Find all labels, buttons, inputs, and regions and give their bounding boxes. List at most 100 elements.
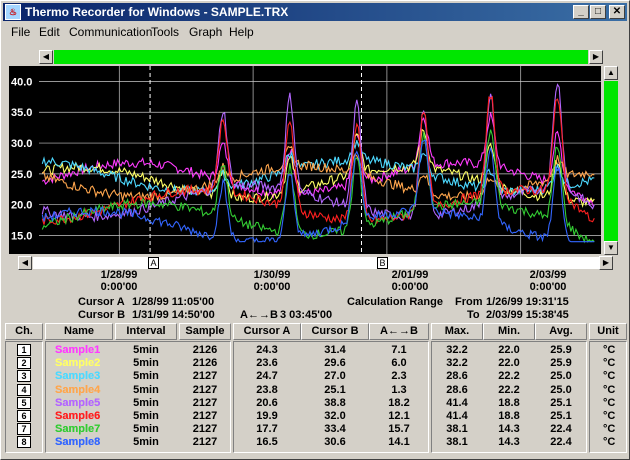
column-header-name[interactable]: Name <box>45 323 113 340</box>
cell-ca: 24.7 <box>256 370 278 383</box>
cell-avg: 25.9 <box>550 357 572 370</box>
channel-checkbox[interactable]: 5 <box>17 396 31 409</box>
menu-file[interactable]: File <box>11 25 30 39</box>
cell-ab: 7.1 <box>391 344 407 356</box>
close-button[interactable]: ✕ <box>609 5 625 19</box>
cell-name: Sample2 <box>55 357 101 370</box>
scroll-left-bottom-button[interactable]: ◀ <box>18 256 32 270</box>
series-line-sample3 <box>41 140 595 198</box>
cell-name: Sample1 <box>55 344 101 356</box>
cursor-a-marker[interactable]: A <box>148 257 159 269</box>
column-header-avg[interactable]: Avg. <box>535 323 587 340</box>
column-header-interval[interactable]: Interval <box>115 323 177 340</box>
cell-unit: °C <box>603 436 616 449</box>
cell-min: 18.8 <box>498 410 520 422</box>
column-header-ca[interactable]: Cursor A <box>233 323 301 340</box>
cell-ca: 23.6 <box>256 357 278 370</box>
cell-cb: 27.0 <box>324 370 346 383</box>
scroll-down-button[interactable]: ▼ <box>604 241 618 255</box>
cell-ca: 24.3 <box>256 344 278 356</box>
menu-help[interactable]: Help <box>229 25 254 39</box>
x-tick-3: 2/01/99 0:00'00 <box>391 269 429 293</box>
maximize-button[interactable]: □ <box>590 5 606 19</box>
window-title: Thermo Recorder for Windows - SAMPLE.TRX <box>25 5 289 19</box>
column-header-ch[interactable]: Ch. <box>5 323 43 340</box>
cursor-b-label: Cursor B <box>78 309 126 321</box>
cell-name: Sample8 <box>55 436 101 449</box>
y-tick-label: 15.0 <box>11 231 32 243</box>
scroll-right-top-button[interactable]: ▶ <box>589 50 603 64</box>
cell-min: 22.2 <box>498 383 520 396</box>
column-header-ab[interactable]: A←→B <box>369 323 429 340</box>
column-header-sample[interactable]: Sample <box>179 323 231 340</box>
menu-bar: File Edit Communication Tools Graph Help <box>3 22 627 41</box>
channel-checkbox[interactable]: 4 <box>17 383 31 396</box>
cell-name: Sample7 <box>55 423 101 436</box>
top-scroll-track[interactable] <box>54 50 588 64</box>
cursor-b-marker[interactable]: B <box>377 257 388 269</box>
column-header-min[interactable]: Min. <box>483 323 535 340</box>
channel-table: Ch. Name Interval Sample Cursor A Cursor B A←→… <box>5 323 627 457</box>
cursor-b-value: 1/31/99 14:50'00 <box>132 309 215 321</box>
column-header-max[interactable]: Max. <box>431 323 483 340</box>
minimize-button[interactable]: _ <box>573 5 589 19</box>
column-header-cb[interactable]: Cursor B <box>301 323 369 340</box>
menu-graph[interactable]: Graph <box>189 25 222 39</box>
cell-ab: 2.3 <box>391 370 407 383</box>
series-line-sample7 <box>41 129 595 244</box>
menu-tools[interactable]: Tools <box>151 25 179 39</box>
title-bar[interactable]: ♨ Thermo Recorder for Windows - SAMPLE.T… <box>3 3 627 21</box>
cursor-a-value: 1/28/99 11:05'00 <box>132 296 215 308</box>
channel-checkbox[interactable]: 8 <box>17 436 31 449</box>
cell-max: 28.6 <box>446 370 468 383</box>
menu-communication[interactable]: Communication <box>69 25 152 39</box>
cell-unit: °C <box>603 396 616 409</box>
cell-ab: 1.3 <box>391 383 407 396</box>
calc-range-label: Calculation Range <box>347 296 443 308</box>
scroll-left-top-button[interactable]: ◀ <box>39 50 53 64</box>
cell-ca: 16.5 <box>256 436 278 449</box>
cell-cb: 38.8 <box>324 396 346 409</box>
cell-unit: °C <box>603 383 616 396</box>
scroll-up-button[interactable]: ▲ <box>604 66 618 80</box>
y-tick-label: 35.0 <box>11 107 32 119</box>
cell-interval: 5min <box>133 410 159 422</box>
column-header-unit[interactable]: Unit <box>589 323 627 340</box>
cell-min: 22.2 <box>498 370 520 383</box>
cell-cb: 25.1 <box>324 383 346 396</box>
y-tick-label: 40.0 <box>11 76 32 88</box>
x-tick-4: 2/03/99 0:00'00 <box>529 269 567 293</box>
cell-cb: 32.0 <box>324 410 346 422</box>
scroll-right-bottom-button[interactable]: ▶ <box>599 256 613 270</box>
cell-cb: 33.4 <box>324 423 346 436</box>
cell-min: 22.0 <box>498 357 520 370</box>
cell-max: 41.4 <box>446 396 468 409</box>
app-window: ♨ Thermo Recorder for Windows - SAMPLE.T… <box>0 0 630 460</box>
cell-min: 14.3 <box>498 423 520 436</box>
calc-from-value: 1/26/99 19:31'15 <box>486 296 569 308</box>
cell-interval: 5min <box>133 383 159 396</box>
cursor-diff-value: 3 03:45'00 <box>280 309 333 321</box>
channel-checkbox[interactable]: 2 <box>17 357 31 370</box>
temperature-chart[interactable]: 40.0 35.0 30.0 25.0 20.0 15.0 <box>9 66 601 254</box>
y-tick-label: 30.0 <box>11 138 32 150</box>
channel-checkbox[interactable]: 3 <box>17 370 31 383</box>
cell-unit: °C <box>603 357 616 370</box>
cursor-diff-label: A←→B <box>240 309 278 321</box>
cell-name: Sample3 <box>55 370 101 383</box>
channel-checkbox[interactable]: 6 <box>17 410 31 422</box>
cell-sample: 2127 <box>192 370 218 383</box>
cell-max: 41.4 <box>446 410 468 422</box>
cell-ab: 14.1 <box>388 436 410 449</box>
bottom-scroll-track[interactable] <box>33 257 599 269</box>
cell-unit: °C <box>603 370 616 383</box>
channel-checkbox[interactable]: 1 <box>17 344 31 356</box>
channel-checkbox[interactable]: 7 <box>17 423 31 436</box>
cell-unit: °C <box>603 410 616 422</box>
cell-interval: 5min <box>133 423 159 436</box>
cell-avg: 25.1 <box>550 396 572 409</box>
vertical-scroll-track[interactable] <box>604 81 618 241</box>
cell-min: 14.3 <box>498 436 520 449</box>
cell-interval: 5min <box>133 344 159 356</box>
menu-edit[interactable]: Edit <box>39 25 60 39</box>
